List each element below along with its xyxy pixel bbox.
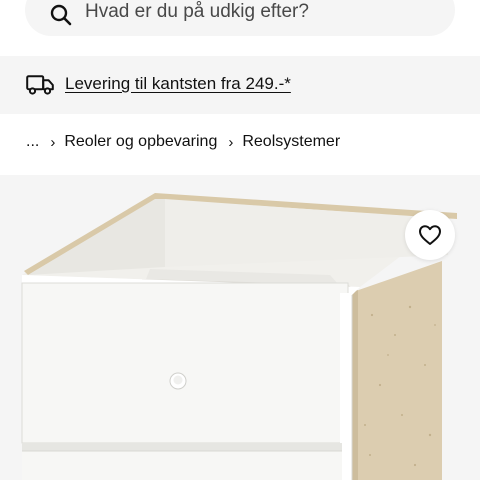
breadcrumb-ellipsis[interactable]: ... (26, 133, 39, 151)
heart-icon (419, 225, 441, 245)
delivery-link[interactable]: Levering til kantsten fra 249.-* (65, 74, 291, 94)
breadcrumb-item-reoler[interactable]: Reoler og opbevaring (64, 133, 217, 151)
breadcrumb-item-reolsystemer[interactable]: Reolsystemer (242, 133, 340, 151)
delivery-banner: Levering til kantsten fra 249.-* (0, 56, 480, 114)
search-input[interactable]: Hvad er du på udkig efter? (85, 1, 309, 23)
breadcrumb: ... › Reoler og opbevaring › Reolsysteme… (26, 133, 340, 151)
favourite-button[interactable] (405, 210, 455, 260)
search-icon (50, 4, 72, 26)
chevron-right-icon: › (228, 133, 234, 151)
chevron-right-icon: › (50, 133, 56, 151)
search-bar[interactable]: Hvad er du på udkig efter? (25, 0, 455, 36)
truck-icon (26, 75, 54, 95)
